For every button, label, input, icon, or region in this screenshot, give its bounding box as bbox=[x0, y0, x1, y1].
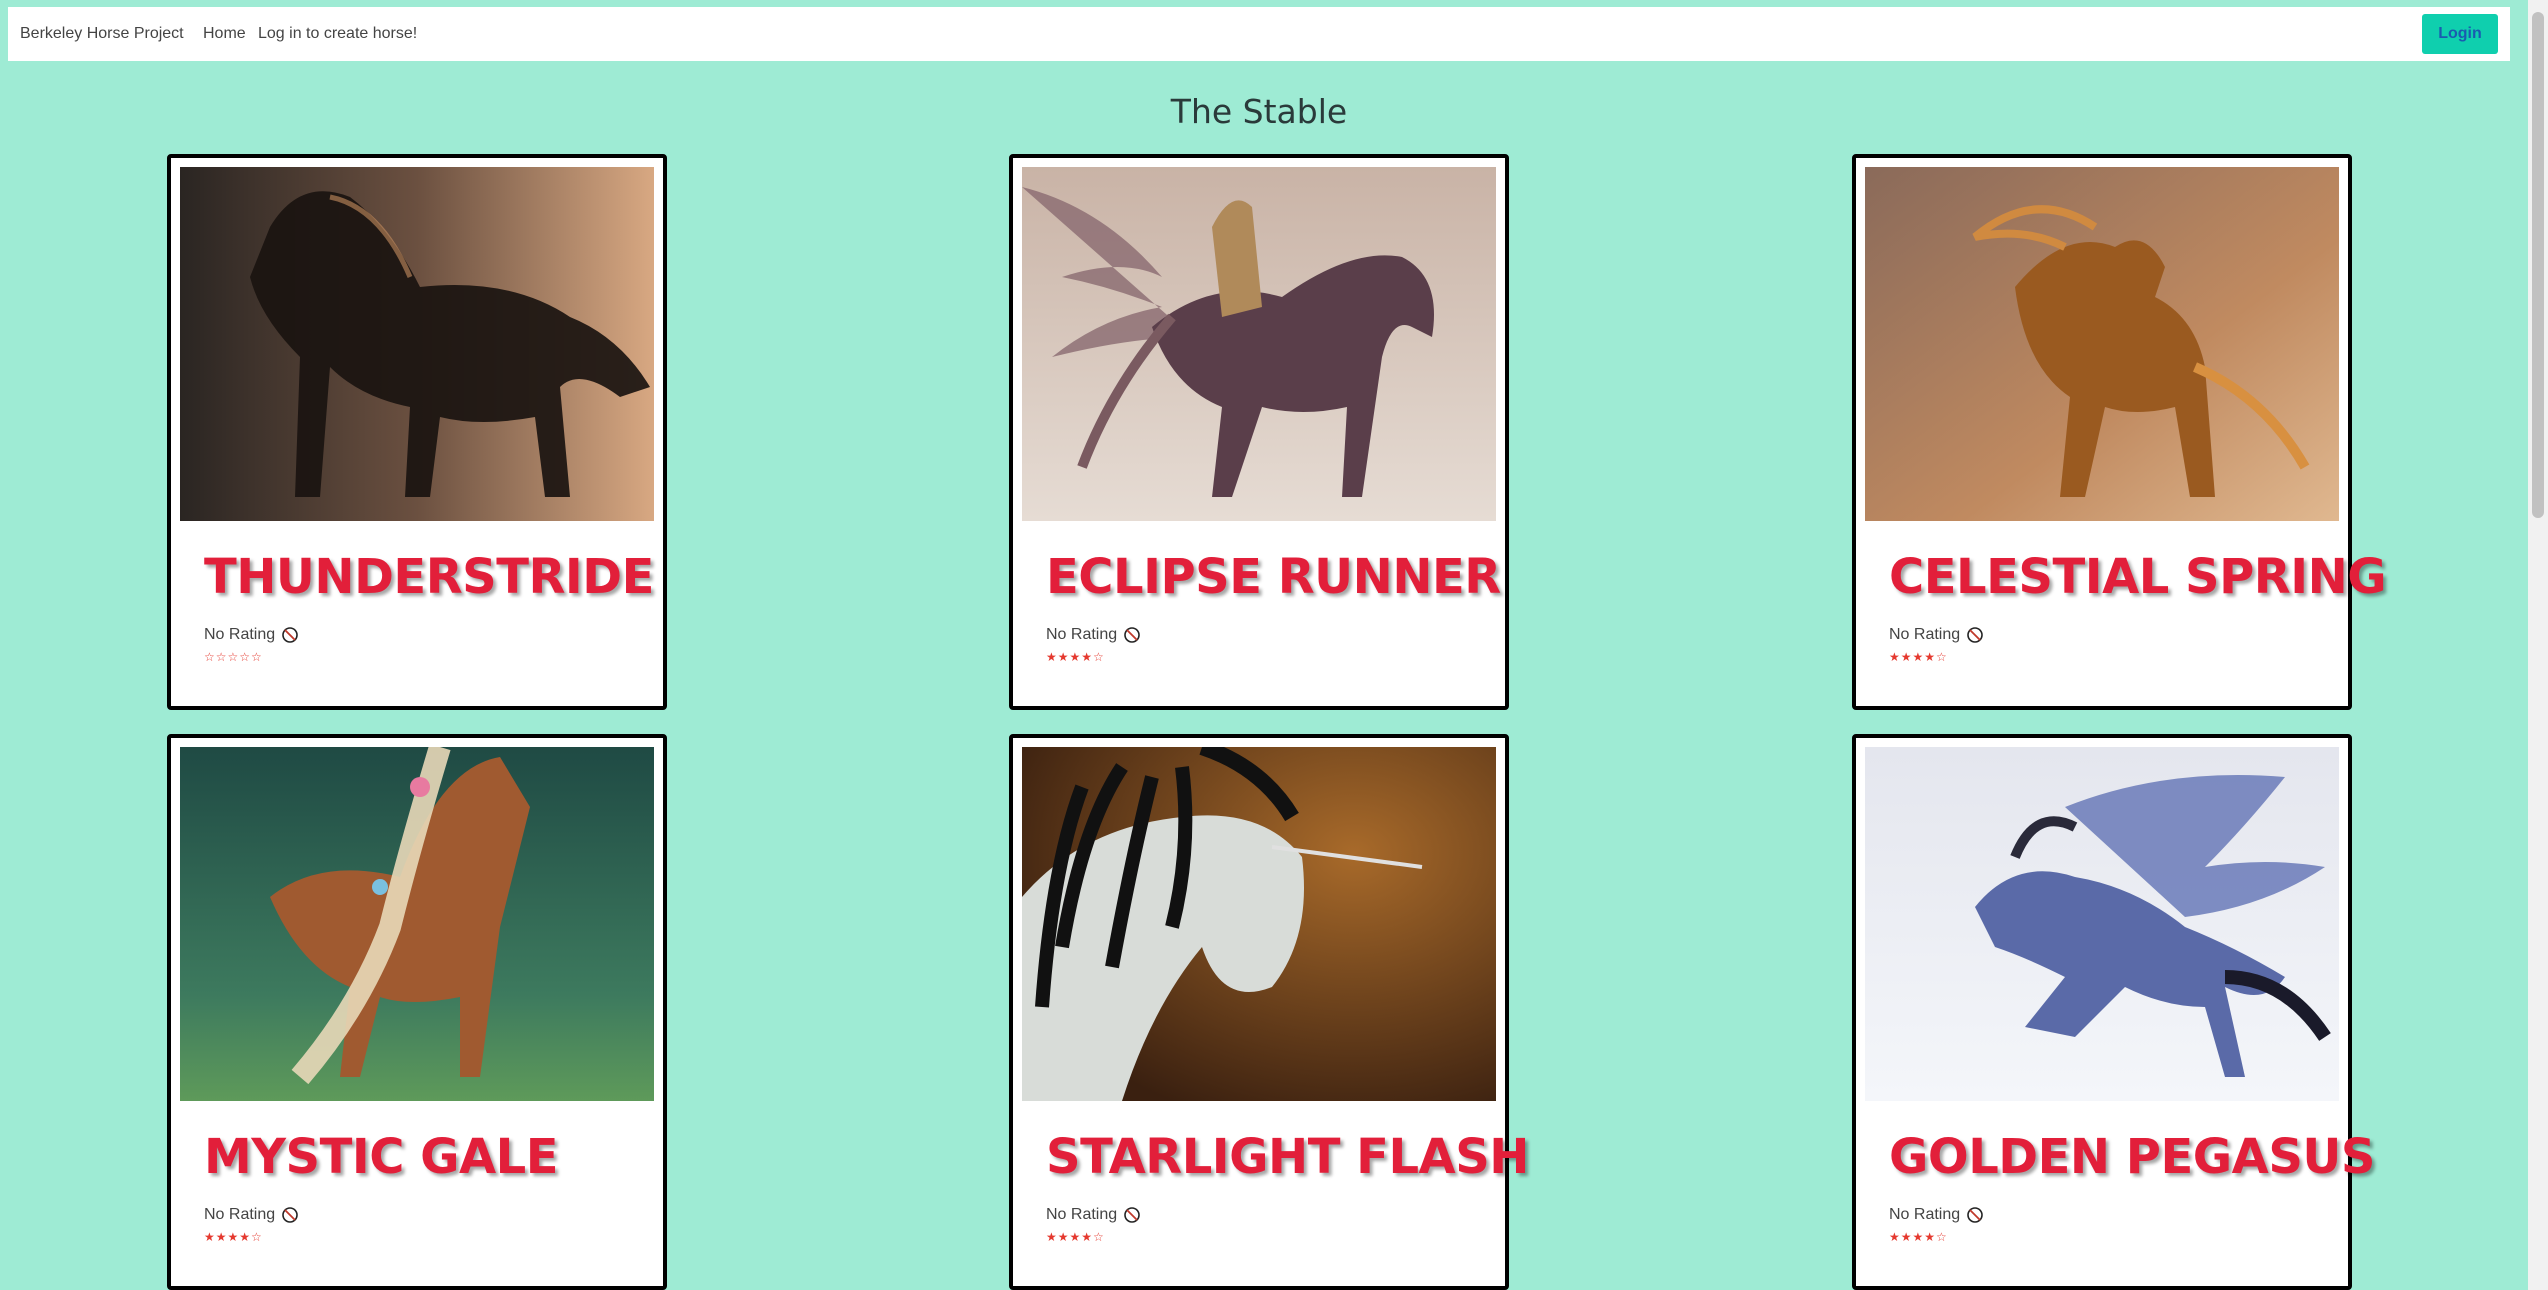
star-rating: ★★★★☆ bbox=[1889, 1230, 1948, 1244]
vertical-scrollbar[interactable] bbox=[2528, 0, 2548, 1290]
star-rating: ☆☆☆☆☆ bbox=[204, 650, 263, 664]
horse-name[interactable]: THUNDERSTRIDE bbox=[204, 549, 654, 605]
prohibited-icon bbox=[1967, 627, 1983, 643]
rating-line: No Rating bbox=[1889, 626, 1984, 644]
prohibited-icon bbox=[1967, 1207, 1983, 1223]
horse-name[interactable]: STARLIGHT FLASH bbox=[1046, 1129, 1529, 1185]
horse-name[interactable]: ECLIPSE RUNNER bbox=[1046, 549, 1501, 605]
rating-line: No Rating bbox=[204, 626, 299, 644]
horse-image-golden-pegasus[interactable] bbox=[1865, 747, 2339, 1101]
horse-card-mystic-gale[interactable]: MYSTIC GALE No Rating ★★★★☆ bbox=[167, 734, 667, 1290]
star-rating: ★★★★☆ bbox=[1889, 650, 1948, 664]
rating-line: No Rating bbox=[1889, 1206, 1984, 1224]
horse-card-golden-pegasus[interactable]: GOLDEN PEGASUS No Rating ★★★★☆ bbox=[1852, 734, 2375, 1290]
rating-text: No Rating bbox=[1046, 1206, 1118, 1223]
horse-card-eclipse-runner[interactable]: ECLIPSE RUNNER No Rating ★★★★☆ bbox=[1009, 154, 1509, 710]
horse-grid: THUNDERSTRIDE No Rating ☆☆☆☆☆ ECLIPSE RU… bbox=[0, 154, 2518, 1290]
rating-text: No Rating bbox=[1889, 626, 1961, 643]
horse-image-starlight-flash[interactable] bbox=[1022, 747, 1496, 1101]
rating-line: No Rating bbox=[1046, 1206, 1141, 1224]
rating-line: No Rating bbox=[204, 1206, 299, 1224]
horse-image-celestial-spring[interactable] bbox=[1865, 167, 2339, 521]
prohibited-icon bbox=[1124, 1207, 1140, 1223]
login-button[interactable]: Login bbox=[2422, 14, 2498, 54]
nav-home-link[interactable]: Home bbox=[203, 25, 246, 43]
star-rating: ★★★★☆ bbox=[1046, 1230, 1105, 1244]
horse-card-starlight-flash[interactable]: STARLIGHT FLASH No Rating ★★★★☆ bbox=[1009, 734, 1529, 1290]
horse-card-celestial-spring[interactable]: CELESTIAL SPRING No Rating ★★★★☆ bbox=[1852, 154, 2387, 710]
horse-name[interactable]: CELESTIAL SPRING bbox=[1889, 549, 2387, 605]
horse-image-eclipse-runner[interactable] bbox=[1022, 167, 1496, 521]
star-rating: ★★★★☆ bbox=[1046, 650, 1105, 664]
horse-name[interactable]: GOLDEN PEGASUS bbox=[1889, 1129, 2375, 1185]
rating-line: No Rating bbox=[1046, 626, 1141, 644]
rating-text: No Rating bbox=[1046, 626, 1118, 643]
scrollbar-thumb[interactable] bbox=[2532, 12, 2544, 518]
horse-image-thunderstride[interactable] bbox=[180, 167, 654, 521]
navbar: Berkeley Horse Project Home Log in to cr… bbox=[8, 7, 2510, 61]
rating-text: No Rating bbox=[1889, 1206, 1961, 1223]
page: Berkeley Horse Project Home Log in to cr… bbox=[0, 0, 2548, 1290]
page-title: The Stable bbox=[1170, 92, 1348, 131]
nav-create-horse-link[interactable]: Log in to create horse! bbox=[258, 25, 417, 43]
horse-name[interactable]: MYSTIC GALE bbox=[204, 1129, 559, 1185]
brand-link[interactable]: Berkeley Horse Project bbox=[20, 25, 184, 43]
horse-card-thunderstride[interactable]: THUNDERSTRIDE No Rating ☆☆☆☆☆ bbox=[167, 154, 667, 710]
rating-text: No Rating bbox=[204, 1206, 276, 1223]
prohibited-icon bbox=[282, 627, 298, 643]
prohibited-icon bbox=[282, 1207, 298, 1223]
star-rating: ★★★★☆ bbox=[204, 1230, 263, 1244]
horse-image-mystic-gale[interactable] bbox=[180, 747, 654, 1101]
rating-text: No Rating bbox=[204, 626, 276, 643]
prohibited-icon bbox=[1124, 627, 1140, 643]
